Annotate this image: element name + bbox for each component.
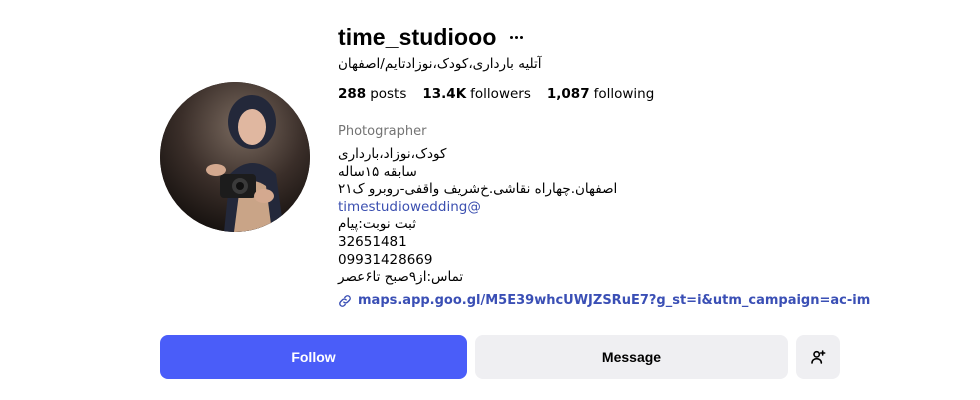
external-link[interactable]: maps.app.goo.gl/M5E39whcUWJZSRuE7?g_st=i… [338, 293, 870, 308]
more-horizontal-icon[interactable] [506, 28, 526, 48]
stat-value: 288 [338, 86, 367, 102]
link-icon [339, 294, 351, 307]
bio-line: اصفهان.چهاراه نقاشی.خ‌شریف واقفی-روبرو ک… [338, 181, 618, 198]
followers-count[interactable]: 13.4K followers [422, 86, 531, 102]
bio-line: سابقه ۱۵ساله [338, 163, 417, 180]
bio-line: کودک،نوزاد،بارداری [338, 146, 447, 162]
username: time_studiooo [338, 24, 497, 50]
stat-value: 1,087 [546, 86, 590, 102]
stat-label: followers [470, 86, 531, 102]
profile-header: time_studiooo [338, 24, 526, 51]
stat-label: following [593, 86, 655, 102]
bio-mention-link[interactable]: @timestudiowedding [338, 199, 617, 217]
bio-line: 32651481 [338, 233, 407, 250]
profile-full-name: آتلیه بارداری،کودک،نوزادتایم/اصفهان [338, 56, 542, 72]
follow-button[interactable]: Follow [160, 335, 467, 379]
bio-line: ثبت نوبت:پیام [338, 216, 416, 233]
profile-bio: کودک،نوزاد،بارداری سابقه ۱۵ساله اصفهان.چ… [338, 146, 617, 287]
stat-label: posts [370, 86, 407, 102]
external-link-text: maps.app.goo.gl/M5E39whcUWJZSRuE7?g_st=i… [358, 293, 871, 308]
bio-line: 09931428669 [338, 251, 433, 268]
profile-category: Photographer [338, 124, 427, 139]
stat-value: 13.4K [422, 86, 467, 102]
posts-count[interactable]: 288 posts [338, 86, 406, 102]
following-count[interactable]: 1,087 following [547, 86, 654, 102]
add-user-icon [811, 350, 826, 364]
suggest-users-button[interactable] [796, 335, 840, 379]
avatar-photo [160, 82, 310, 232]
bio-line: تماس:از۹صبح تا۶عصر [338, 269, 464, 286]
message-button[interactable]: Message [475, 335, 788, 379]
profile-stats: 288 posts 13.4K followers 1,087 followin… [338, 86, 654, 102]
profile-avatar[interactable] [160, 82, 310, 232]
